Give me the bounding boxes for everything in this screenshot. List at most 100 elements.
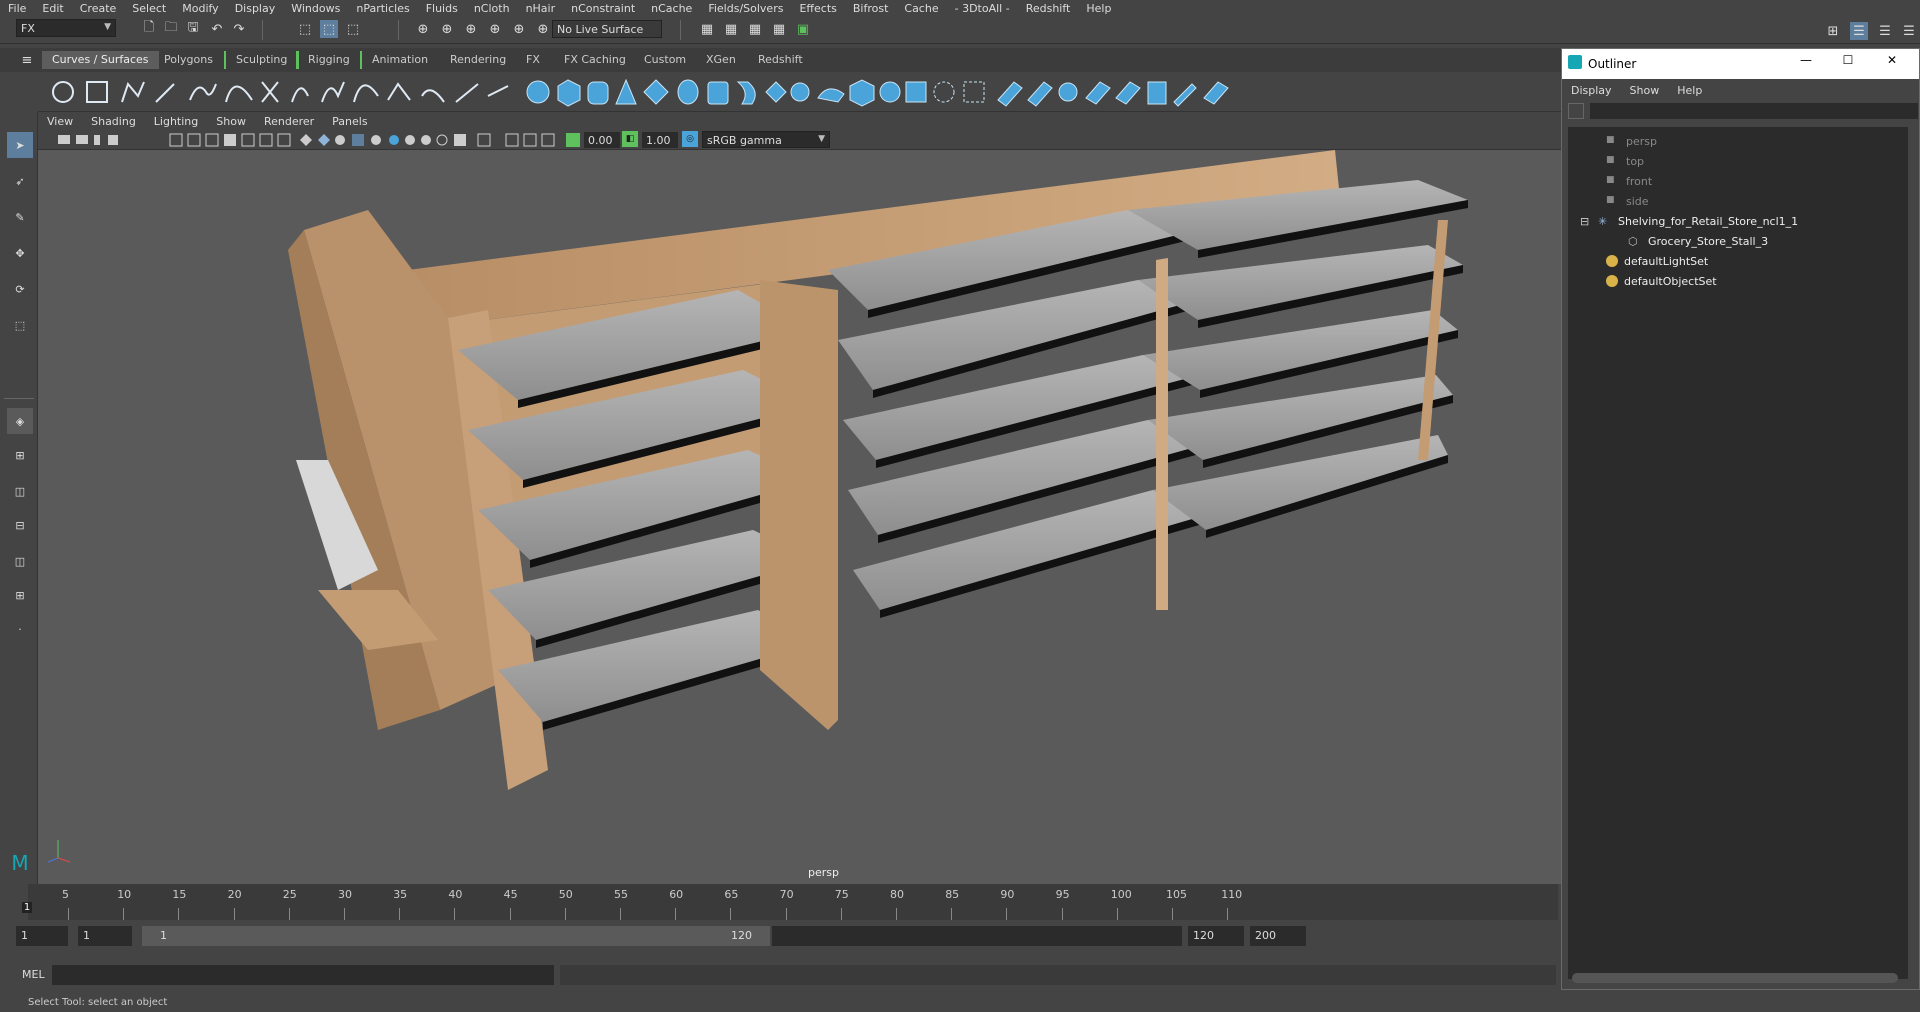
xray-icon[interactable]	[505, 133, 519, 147]
nurbs-torus-icon[interactable]	[677, 79, 699, 105]
select-component-icon[interactable]: ⬚	[344, 20, 362, 38]
camera-attributes-icon[interactable]	[76, 135, 88, 144]
nurbs-square-icon[interactable]	[86, 81, 108, 103]
pencil-curve-icon[interactable]	[189, 83, 217, 101]
tab-xgen[interactable]: XGen	[696, 51, 746, 69]
outliner-item[interactable]: defaultLightSet	[1568, 251, 1908, 271]
undo-icon[interactable]: ↶	[208, 20, 226, 38]
lasso-tool-icon[interactable]: ➶	[7, 168, 33, 194]
menu-item[interactable]: Redshift	[1018, 2, 1079, 15]
default-material-icon[interactable]	[335, 135, 345, 145]
exposure-field[interactable]: 0.00	[584, 132, 620, 148]
side-by-side-layout-icon[interactable]: ◫	[7, 478, 33, 504]
tab-fx-caching[interactable]: FX Caching	[554, 51, 636, 69]
open-scene-icon[interactable]: 🗀	[162, 20, 180, 38]
bookmarks-icon[interactable]	[94, 135, 100, 145]
reverse-curve-icon[interactable]	[421, 89, 445, 103]
tab-curves-surfaces[interactable]: Curves / Surfaces	[42, 51, 159, 69]
extend-curve-icon[interactable]	[455, 83, 479, 103]
persp-graph-layout-icon[interactable]: ⊟	[7, 512, 33, 538]
anti-aliasing-icon[interactable]	[454, 134, 466, 146]
panel-menu-item[interactable]: Panels	[323, 115, 376, 128]
horizontal-scrollbar[interactable]	[1572, 973, 1898, 983]
planar-icon[interactable]	[765, 81, 787, 103]
birail-icon[interactable]	[817, 88, 845, 103]
channel-box-icon[interactable]: ☰	[1900, 22, 1918, 40]
outliner-menu-item[interactable]: Help	[1668, 84, 1711, 97]
menu-item[interactable]: Effects	[791, 2, 844, 15]
film-gate-icon[interactable]	[187, 133, 201, 147]
shadows-icon[interactable]	[405, 135, 415, 145]
panel-menu-item[interactable]: Lighting	[145, 115, 207, 128]
gamma-field[interactable]: 1.00	[642, 132, 678, 148]
camera-select-icon[interactable]	[58, 135, 70, 144]
menu-item[interactable]: File	[0, 2, 34, 15]
render-settings-icon[interactable]: ▦	[698, 20, 716, 38]
outliner-item[interactable]: defaultObjectSet	[1568, 271, 1908, 291]
modeling-toolkit-icon[interactable]: ⊞	[1824, 22, 1842, 40]
playback-start-field[interactable]: 1	[78, 926, 132, 946]
image-plane-icon[interactable]	[108, 135, 118, 145]
nurbs-circle-icon[interactable]	[52, 81, 74, 103]
untrim-icon[interactable]	[1027, 81, 1053, 107]
select-hierarchy-icon[interactable]: ⬚	[296, 20, 314, 38]
menu-item[interactable]: Select	[124, 2, 174, 15]
render-frame-icon[interactable]: ▦	[722, 20, 740, 38]
tool-settings-icon[interactable]: ☰	[1876, 22, 1894, 40]
perspective-viewport[interactable]: persp	[38, 150, 1561, 884]
menu-item[interactable]: Display	[227, 2, 284, 15]
playback-end-field[interactable]: 120	[1188, 926, 1244, 946]
maximize-icon[interactable]: ☐	[1836, 53, 1860, 67]
tab-redshift[interactable]: Redshift	[748, 51, 813, 69]
range-bar[interactable]: 1 120	[142, 926, 770, 946]
outliner-persp-layout-icon[interactable]: ⊞	[7, 582, 33, 608]
extrude-icon[interactable]	[790, 82, 810, 102]
tab-sculpting[interactable]: Sculpting	[224, 51, 300, 69]
square-surface-icon[interactable]	[879, 81, 901, 103]
resolution-gate-icon[interactable]	[205, 133, 219, 147]
arc-icon[interactable]	[225, 85, 253, 103]
menu-item[interactable]: nParticles	[348, 2, 417, 15]
xray-joints-icon[interactable]	[523, 133, 537, 147]
divider-panel[interactable]	[1156, 258, 1168, 610]
field-chart-icon[interactable]	[241, 133, 255, 147]
redo-icon[interactable]: ↷	[230, 20, 248, 38]
close-icon[interactable]: ✕	[1880, 53, 1904, 67]
tab-rendering[interactable]: Rendering	[440, 51, 516, 69]
menu-item[interactable]: Help	[1078, 2, 1119, 15]
rotate-tool-icon[interactable]: ⟳	[7, 276, 33, 302]
minimize-icon[interactable]: —	[1794, 53, 1818, 67]
xray-components-icon[interactable]	[541, 133, 555, 147]
ipr-render-icon[interactable]: ▦	[746, 20, 764, 38]
detach-curve-icon[interactable]	[321, 81, 345, 103]
loft-icon[interactable]	[736, 81, 756, 105]
hypershade-icon[interactable]: ▣	[794, 20, 812, 38]
menu-item[interactable]: nHair	[518, 2, 564, 15]
live-surface-field[interactable]: No Live Surface	[552, 20, 662, 38]
nurbs-plane-icon[interactable]	[643, 79, 669, 105]
shelf-menu-icon[interactable]: ≡	[18, 51, 36, 69]
curve-tool-icon[interactable]	[261, 81, 279, 103]
nurbs-cone-icon[interactable]	[615, 78, 637, 105]
outliner-menu-item[interactable]: Show	[1621, 84, 1669, 97]
panel-menu-item[interactable]: Show	[207, 115, 255, 128]
magnet-icon[interactable]: ⊕	[534, 20, 552, 38]
tab-custom[interactable]: Custom	[634, 51, 696, 69]
wireframe-icon[interactable]	[300, 134, 312, 146]
exposure-icon[interactable]	[566, 133, 580, 147]
grid-toggle-icon[interactable]	[169, 133, 183, 147]
gate-mask-icon[interactable]	[224, 134, 236, 146]
outliner-menu-item[interactable]: Display	[1562, 84, 1621, 97]
current-frame-marker[interactable]: 1	[22, 902, 32, 913]
persp-outliner-layout-icon[interactable]: ◫	[7, 548, 33, 574]
more-layouts-icon[interactable]: ·	[7, 616, 33, 642]
command-input[interactable]	[52, 965, 554, 985]
outliner-item[interactable]: ■ persp	[1568, 131, 1908, 151]
menu-item[interactable]: nCache	[643, 2, 700, 15]
outliner-item[interactable]: ■ top	[1568, 151, 1908, 171]
filter-icon[interactable]	[1568, 103, 1584, 119]
offset-curve-icon[interactable]	[387, 82, 411, 101]
rebuild-curve-icon[interactable]	[353, 84, 379, 103]
menu-item[interactable]: Fluids	[418, 2, 466, 15]
bevel-icon[interactable]	[905, 81, 927, 103]
